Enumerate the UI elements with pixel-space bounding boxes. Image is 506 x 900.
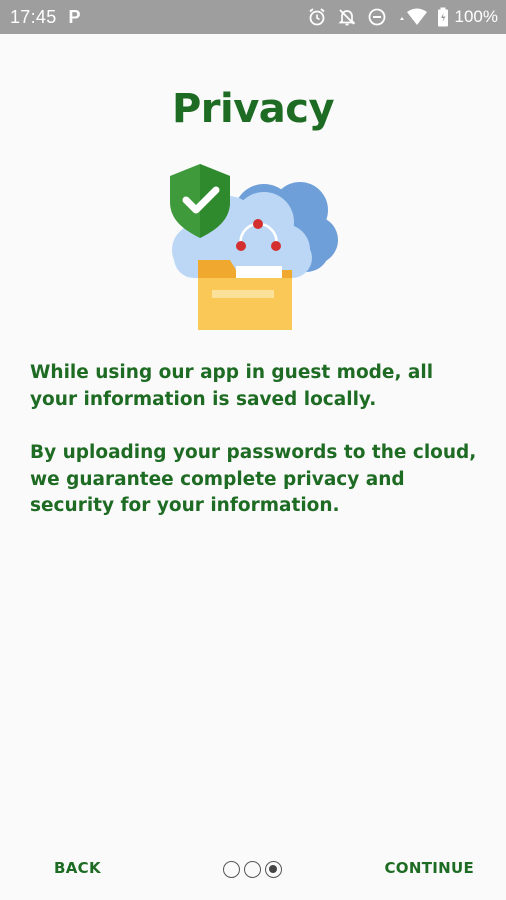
guest-mode-paragraph: While using our app in guest mode, all y… xyxy=(30,362,434,410)
page-dot-3-active[interactable] xyxy=(265,860,282,878)
onboarding-navigation: BACK CONTINUE xyxy=(0,846,506,890)
page-dot-2[interactable] xyxy=(244,860,261,878)
folder-icon xyxy=(198,260,292,330)
app-notification-icon: P xyxy=(68,6,81,27)
page-indicator xyxy=(223,859,285,879)
status-bar: 17:45 P 100% xyxy=(0,0,506,34)
cloud-privacy-paragraph: By uploading your passwords to the cloud… xyxy=(30,442,477,516)
page-dot-1[interactable] xyxy=(223,860,240,878)
page-title: Privacy xyxy=(171,86,335,132)
alarm-icon xyxy=(307,7,327,27)
continue-button[interactable]: CONTINUE xyxy=(372,854,486,882)
do-not-disturb-icon xyxy=(367,7,387,27)
status-icons: 100% xyxy=(307,7,498,27)
cloud-folder-shield-illustration xyxy=(164,162,344,338)
back-button[interactable]: BACK xyxy=(40,854,115,882)
status-time: 17:45 xyxy=(10,6,57,27)
battery-icon xyxy=(437,7,449,27)
wifi-icon xyxy=(397,7,427,27)
notifications-off-icon xyxy=(337,7,357,27)
battery-percent: 100% xyxy=(454,7,498,26)
